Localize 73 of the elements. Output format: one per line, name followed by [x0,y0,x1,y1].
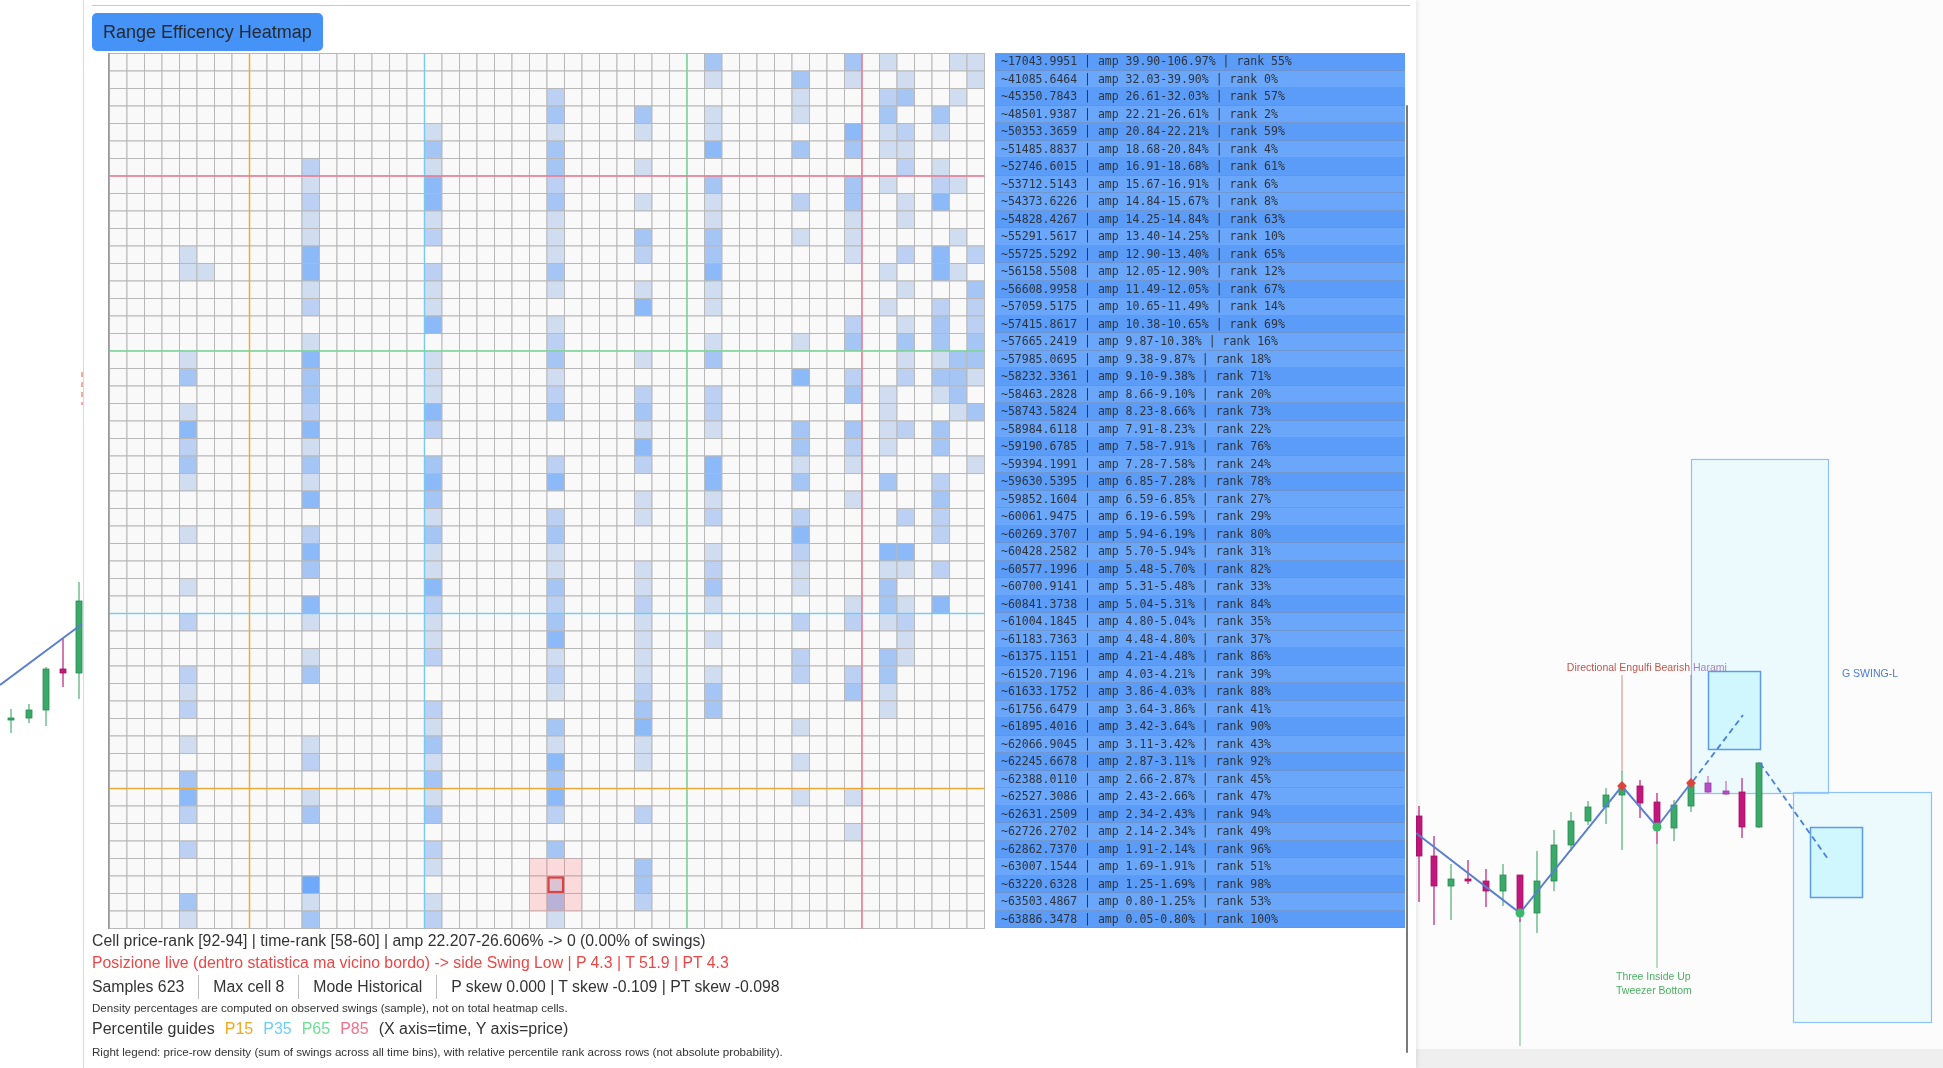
candlestick [42,666,50,727]
legend-row: ~60061.9475 | amp 6.19-6.59% | rank 29% [995,508,1405,526]
candlestick [1550,829,1558,892]
stat-text: Max cell 8 [213,977,285,996]
pattern-label: Harami [1693,661,1727,673]
candlestick [1567,811,1575,852]
candlestick [1602,787,1610,825]
legend-note: Right legend: price-row density (sum of swings across all time bins), with relative percentile rank across rows (not absolute probability). [92,1044,783,1060]
legend-row: ~55291.5617 | amp 13.40-14.25% | rank 10% [995,228,1405,246]
candlestick [1755,761,1763,829]
stat-text: Samples 623 [92,977,185,996]
projection-line [1692,714,1744,782]
swing-low-marker [1652,822,1662,832]
legend-row: ~60700.9141 | amp 5.31-5.48% | rank 33% [995,578,1405,596]
legend-row: ~50353.3659 | amp 20.84-22.21% | rank 59% [995,123,1405,141]
guide-label: P85 [340,1020,369,1038]
candlestick [1653,792,1661,845]
pattern-label: Three Inside Up [1616,970,1691,982]
stat-text: Mode Historical [313,977,423,996]
legend-row: ~17043.9951 | amp 39.90-106.97% | rank 55% [995,53,1405,71]
legend-row: ~57665.2419 | amp 9.87-10.38% | rank 16% [995,333,1405,351]
legend-row: ~54373.6226 | amp 14.84-15.67% | rank 8% [995,193,1405,211]
candlestick [1464,859,1472,885]
legend-row: ~62527.3086 | amp 2.43-2.66% | rank 47% [995,788,1405,806]
legend-row: ~61375.1151 | amp 4.21-4.48% | rank 86% [995,648,1405,666]
legend-row: ~63007.1544 | amp 1.69-1.91% | rank 51% [995,858,1405,876]
guide-label: P15 [224,1020,254,1038]
candlestick [1704,775,1712,794]
candlestick [1670,799,1678,842]
candlestick [7,708,15,734]
legend-row: ~63503.4867 | amp 0.80-1.25% | rank 53% [995,893,1405,911]
swing-high-marker [1617,781,1627,791]
pattern-label: Directional Engulfi Bearish [1566,661,1690,673]
candlestick [1722,780,1730,796]
guide-label: P35 [263,1020,292,1038]
legend-row: ~61633.1752 | amp 3.86-4.03% | rank 88% [995,683,1405,701]
dashed-line [81,371,83,406]
heatmap-title-button[interactable]: Range Efficency Heatmap [92,13,323,51]
legend-row: ~56158.5508 | amp 12.05-12.90% | rank 12% [995,263,1405,281]
legend-row: ~61895.4016 | amp 3.42-3.64% | rank 90% [995,718,1405,736]
pattern-label: G SWING-L [1842,667,1898,679]
swing-low-marker [1515,908,1525,918]
density-note: Density percentages are computed on observed swings (sample), not on total heatmap cells. [92,1000,568,1016]
candlestick [59,638,67,688]
legend-row: ~57059.5175 | amp 10.65-11.49% | rank 14% [995,298,1405,316]
legend-row: ~52746.6015 | amp 16.91-18.68% | rank 61% [995,158,1405,176]
legend-row: ~59190.6785 | amp 7.58-7.91% | rank 76% [995,438,1405,456]
candlestick [1447,863,1455,921]
legend-row: ~62245.6678 | amp 2.87-3.11% | rank 92% [995,753,1405,771]
candlestick [1738,777,1746,839]
legend-row: ~58743.5824 | amp 8.23-8.66% | rank 73% [995,403,1405,421]
legend-row: ~60428.2582 | amp 5.70-5.94% | rank 31% [995,543,1405,561]
legend-row: ~58232.3361 | amp 9.10-9.38% | rank 71% [995,368,1405,386]
scrollbar-thumb[interactable] [1406,105,1408,1053]
legend-row: ~45350.7843 | amp 26.61-32.03% | rank 57% [995,88,1405,106]
candlestick [1516,874,1524,923]
candlestick [1584,800,1592,826]
live-position-text: Posizione live (dentro statistica ma vicino bordo) -> side Swing Low | P 4.3 | T 51.9 | PT 4.3 [92,953,729,973]
candlestick [1499,863,1507,907]
swing-high-marker [1686,778,1696,788]
guide-label: P65 [301,1020,331,1038]
stat-text: P skew 0.000 | T skew -0.109 | PT skew -0.098 [451,977,780,996]
candlestick [1482,868,1490,908]
guides-label: Percentile guides [92,1020,215,1038]
legend-row: ~62726.2702 | amp 2.14-2.34% | rank 49% [995,823,1405,841]
pattern-label: Tweezer Bottom [1616,984,1692,996]
selected-cell-highlight [529,858,582,911]
cell-info-text: Cell price-rank [92-94] | time-rank [58-60] | amp 22.207-26.606% -> 0 (0.00% of swings) [92,931,706,951]
legend-row: ~59630.5395 | amp 6.85-7.28% | rank 78% [995,473,1405,491]
legend-row: ~61004.1845 | amp 4.80-5.04% | rank 35% [995,613,1405,631]
candlestick [1636,779,1644,819]
axis-note: (X axis=time, Y axis=price) [378,1020,569,1038]
candlestick [25,703,33,724]
